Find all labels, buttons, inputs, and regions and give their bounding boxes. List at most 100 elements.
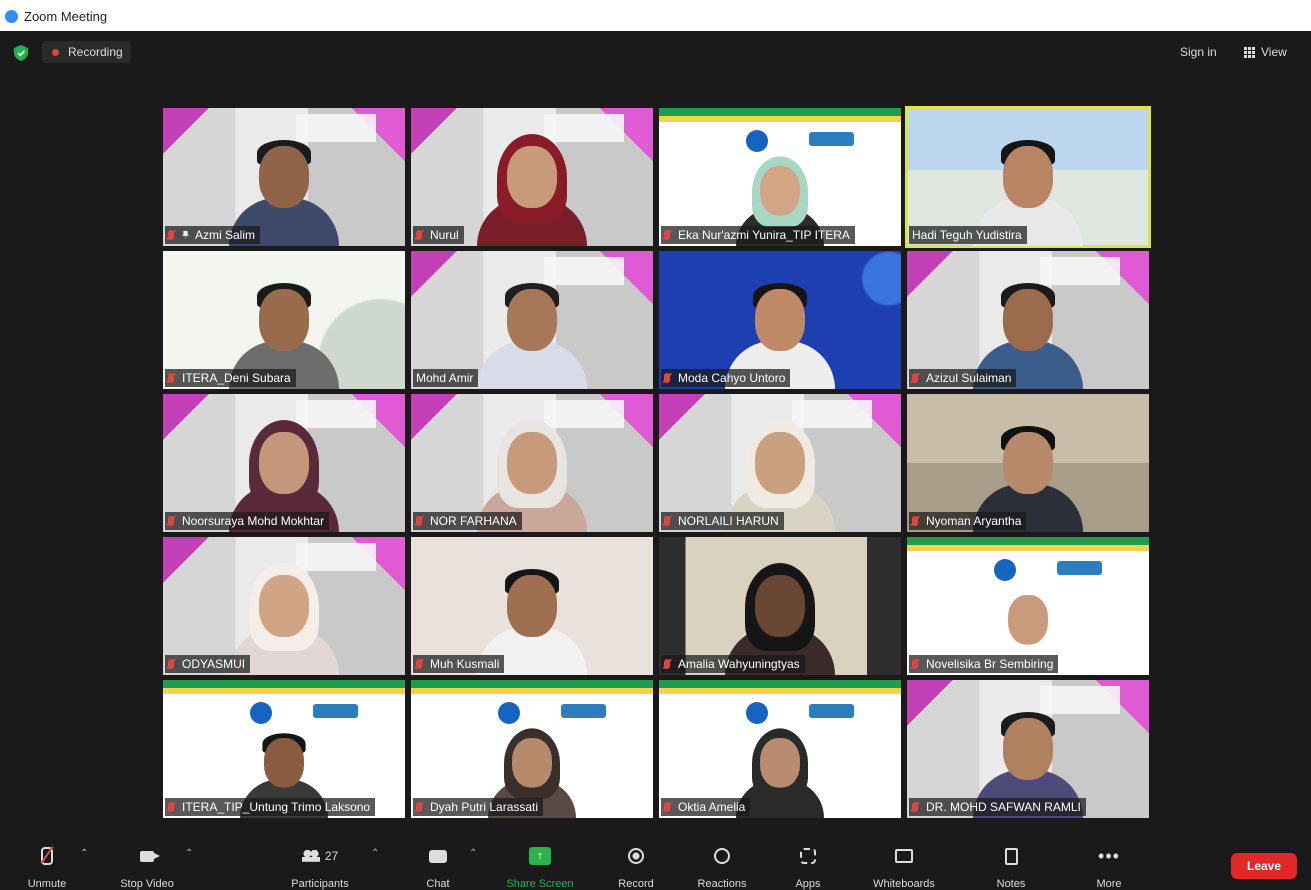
apps-icon	[800, 848, 816, 864]
participant-name-tag: Nyoman Aryantha	[909, 512, 1027, 530]
microphone-muted-icon	[168, 230, 174, 240]
whiteboards-label: Whiteboards	[873, 878, 935, 890]
notes-button[interactable]: Notes	[990, 844, 1032, 890]
participant-video	[477, 269, 587, 389]
record-button[interactable]: Record	[612, 844, 660, 890]
audio-options-chevron-icon[interactable]: ⌃	[80, 848, 88, 859]
participant-tile[interactable]: Novelisika Br Sembiring	[907, 537, 1149, 675]
participants-count: 27	[324, 849, 339, 863]
participants-icon	[301, 850, 320, 862]
chat-button[interactable]: Chat	[418, 844, 458, 890]
participant-name: ITERA_Deni Subara	[182, 371, 291, 385]
participant-name-tag: Amalia Wahyuningtyas	[661, 655, 805, 673]
stop-video-button[interactable]: Stop Video	[112, 844, 182, 890]
participant-tile[interactable]: Azizul Sulaiman	[907, 251, 1149, 389]
microphone-muted-icon	[416, 659, 422, 669]
microphone-muted-icon	[912, 802, 918, 812]
stop-video-label: Stop Video	[120, 878, 174, 890]
whiteboards-button[interactable]: Whiteboards	[864, 844, 944, 890]
microphone-muted-icon	[168, 516, 174, 526]
reactions-smiley-icon	[714, 848, 730, 864]
participant-name: DR. MOHD SAFWAN RAMLI	[926, 800, 1081, 814]
recording-label: Recording	[68, 45, 123, 59]
participant-tile[interactable]: NOR FARHANA	[411, 394, 653, 532]
apps-button[interactable]: Apps	[788, 844, 828, 890]
participant-name: Nyoman Aryantha	[926, 514, 1022, 528]
microphone-muted-icon	[168, 373, 174, 383]
microphone-muted-icon	[664, 802, 670, 812]
participant-tile[interactable]: Muh Kusmali	[411, 537, 653, 675]
participant-name-tag: Nurul	[413, 226, 464, 244]
participant-name: Eka Nur'azmi Yunira_TIP ITERA	[678, 228, 850, 242]
participant-name: Amalia Wahyuningtyas	[678, 657, 800, 671]
participant-tile[interactable]: Nurul	[411, 108, 653, 246]
participant-tile[interactable]: Mohd Amir	[411, 251, 653, 389]
apps-label: Apps	[795, 878, 821, 890]
microphone-muted-icon	[912, 373, 918, 383]
participant-tile[interactable]: Hadi Teguh Yudistira	[905, 106, 1151, 248]
participant-name-tag: ITERA_Deni Subara	[165, 369, 296, 387]
participant-tile[interactable]: Dyah Putri Larassati	[411, 680, 653, 818]
microphone-muted-icon	[416, 802, 422, 812]
participant-tile[interactable]: Oktia Amelia	[659, 680, 901, 818]
participant-name-tag: Oktia Amelia	[661, 798, 751, 816]
participant-name: Hadi Teguh Yudistira	[912, 228, 1022, 242]
participant-tile[interactable]: Amalia Wahyuningtyas	[659, 537, 901, 675]
participant-name: Azmi Salim	[195, 228, 256, 242]
unmute-label: Unmute	[27, 878, 67, 890]
participant-tile[interactable]: Azmi Salim	[163, 108, 405, 246]
reactions-button[interactable]: Reactions	[690, 844, 754, 890]
microphone-muted-icon	[41, 847, 53, 865]
participant-name-tag: ODYASMUI	[165, 655, 251, 673]
view-button[interactable]: View	[1244, 45, 1287, 59]
participants-button[interactable]: 27 Participants	[283, 844, 357, 890]
participant-tile[interactable]: DR. MOHD SAFWAN RAMLI	[907, 680, 1149, 818]
chat-icon	[429, 849, 447, 863]
view-label: View	[1261, 45, 1287, 59]
notes-label: Notes	[996, 878, 1026, 890]
security-shield-icon[interactable]	[14, 45, 28, 61]
participant-name: Muh Kusmali	[430, 657, 500, 671]
more-dots-icon: •••	[1098, 846, 1120, 866]
participant-tile[interactable]: Noorsuraya Mohd Mokhtar	[163, 394, 405, 532]
video-options-chevron-icon[interactable]: ⌃	[185, 848, 193, 859]
microphone-muted-icon	[664, 659, 670, 669]
leave-button[interactable]: Leave	[1231, 853, 1297, 879]
microphone-muted-icon	[664, 516, 670, 526]
window-title: Zoom Meeting	[24, 9, 108, 24]
participant-name-tag: ITERA_TIP_Untung Trimo Laksono	[165, 798, 376, 816]
microphone-muted-icon	[912, 659, 918, 669]
participant-tile[interactable]: ITERA_TIP_Untung Trimo Laksono	[163, 680, 405, 818]
share-screen-button[interactable]: ↑ Share Screen	[500, 844, 580, 890]
unmute-button[interactable]: Unmute	[22, 844, 72, 890]
participant-video	[477, 126, 587, 246]
share-screen-label: Share Screen	[506, 878, 574, 890]
recording-indicator[interactable]: Recording	[42, 41, 131, 63]
share-screen-icon: ↑	[529, 847, 551, 865]
microphone-muted-icon	[416, 516, 422, 526]
microphone-muted-icon	[168, 659, 174, 669]
window-titlebar: Zoom Meeting	[0, 0, 1311, 31]
participant-tile[interactable]: Nyoman Aryantha	[907, 394, 1149, 532]
participant-name: Noorsuraya Mohd Mokhtar	[182, 514, 325, 528]
participant-name-tag: Azmi Salim	[165, 226, 261, 244]
microphone-muted-icon	[912, 516, 918, 526]
participant-tile[interactable]: Eka Nur'azmi Yunira_TIP ITERA	[659, 108, 901, 246]
participant-name: Dyah Putri Larassati	[430, 800, 539, 814]
participant-name-tag: DR. MOHD SAFWAN RAMLI	[909, 798, 1086, 816]
participants-options-chevron-icon[interactable]: ⌃	[371, 848, 379, 859]
participant-name-tag: Hadi Teguh Yudistira	[909, 226, 1027, 244]
participant-name: ODYASMUI	[182, 657, 246, 671]
chat-options-chevron-icon[interactable]: ⌃	[469, 848, 477, 859]
participant-tile[interactable]: Moda Cahyo Untoro	[659, 251, 901, 389]
participant-tile[interactable]: ITERA_Deni Subara	[163, 251, 405, 389]
microphone-muted-icon	[168, 802, 174, 812]
record-icon	[628, 848, 644, 864]
participant-tile[interactable]: NORLAILI HARUN	[659, 394, 901, 532]
participant-tile[interactable]: ODYASMUI	[163, 537, 405, 675]
more-button[interactable]: ••• More	[1088, 844, 1130, 890]
sign-in-button[interactable]: Sign in	[1180, 45, 1217, 59]
chat-label: Chat	[426, 878, 450, 890]
gallery-grid: Azmi Salim Nurul Eka Nur'azmi Yunira_TIP I…	[163, 106, 1151, 818]
recording-dot-icon	[52, 48, 59, 56]
